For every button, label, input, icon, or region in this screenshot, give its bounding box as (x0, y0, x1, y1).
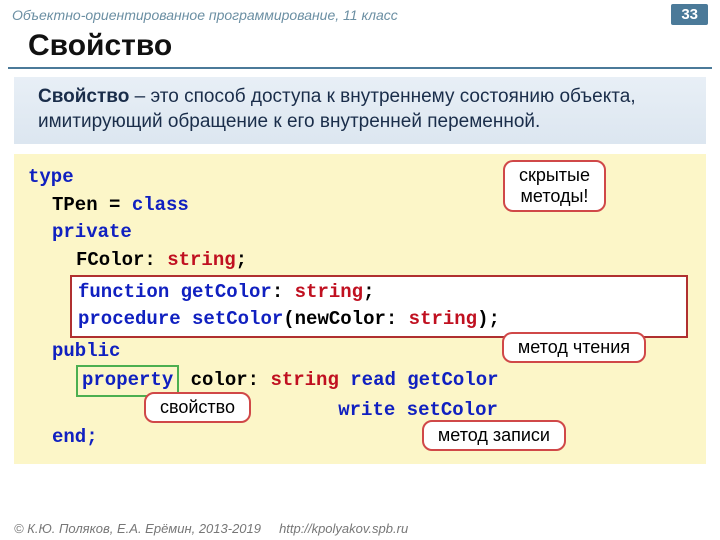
callout-write-method: метод записи (422, 420, 566, 451)
kw-property: property (82, 369, 173, 391)
callout-property: свойство (144, 392, 251, 423)
kw-private: private (52, 221, 132, 243)
callout-read-method: метод чтения (502, 332, 646, 363)
fn-getcolor-ref: getColor (396, 369, 499, 391)
page-title: Свойство (8, 27, 712, 69)
code-fcolor: FColor: (76, 249, 167, 271)
kw-class: class (132, 194, 189, 216)
definition-term: Свойство (38, 86, 129, 107)
page-number: 33 (671, 4, 708, 25)
type-string: string (295, 281, 363, 303)
type-string: string (270, 369, 338, 391)
code-block: type TPen = class private FColor: string… (14, 154, 706, 463)
type-string: string (409, 308, 477, 330)
highlighted-methods: function getColor: string; procedure set… (70, 275, 688, 338)
copyright: © К.Ю. Поляков, Е.А. Ерёмин, 2013-2019 (14, 521, 261, 536)
kw-public: public (52, 340, 120, 362)
code-tpen: TPen = (52, 194, 132, 216)
breadcrumb: Объектно-ориентированное программировани… (12, 7, 398, 23)
callout-hidden-methods: скрытые методы! (503, 160, 606, 211)
footer-url: http://kpolyakov.spb.ru (279, 521, 408, 536)
kw-read: read (339, 369, 396, 391)
kw-function: function (78, 281, 169, 303)
kw-type: type (28, 166, 74, 188)
fn-setcolor: setColor (181, 308, 284, 330)
type-string: string (167, 249, 235, 271)
kw-procedure: procedure (78, 308, 181, 330)
definition-box: Свойство – это способ доступа к внутренн… (14, 77, 706, 144)
kw-write: write (338, 399, 395, 421)
footer: © К.Ю. Поляков, Е.А. Ерёмин, 2013-2019 h… (14, 521, 408, 536)
fn-setcolor-ref: setColor (395, 399, 498, 421)
kw-end: end; (52, 426, 98, 448)
fn-getcolor: getColor (169, 281, 272, 303)
